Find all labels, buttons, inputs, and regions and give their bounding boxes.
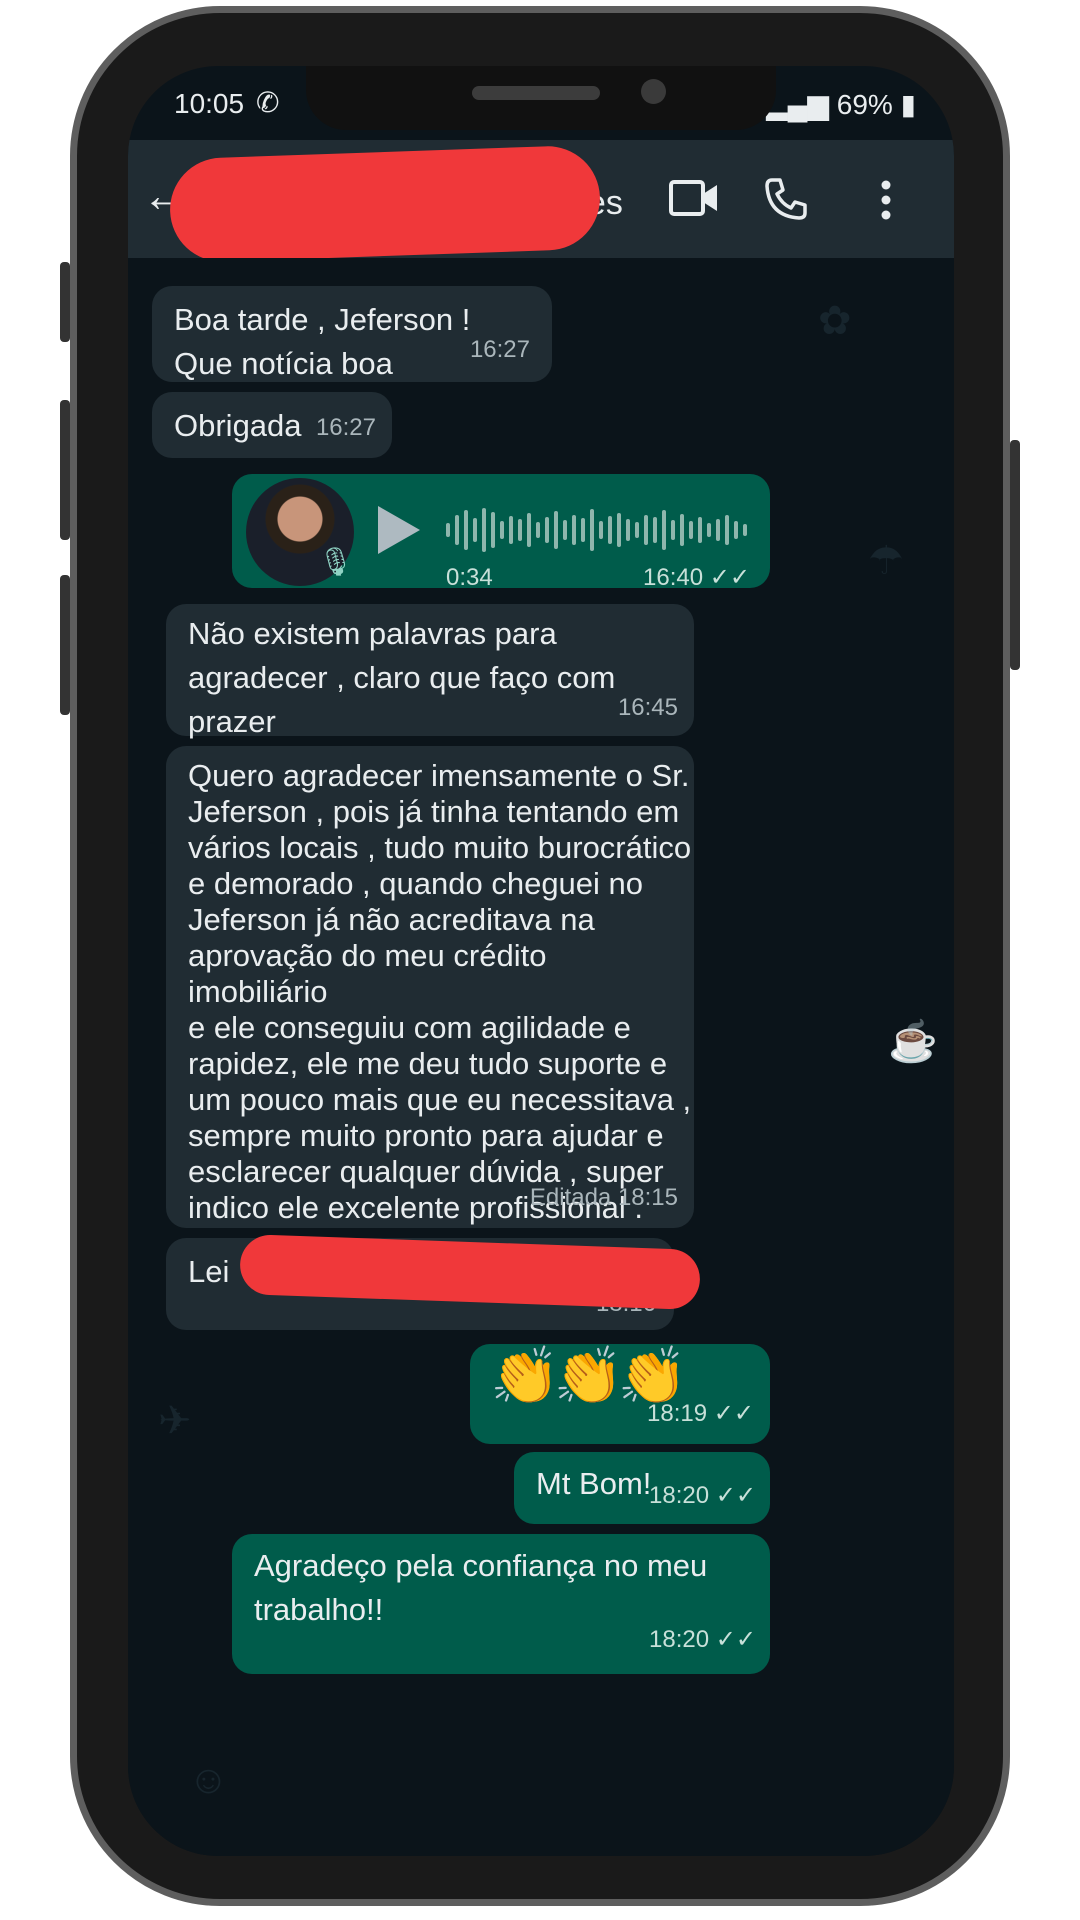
- waveform-bar: [572, 515, 576, 545]
- waveform-bar: [446, 523, 450, 537]
- message-text: Não existem palavras para agradecer , cl…: [188, 616, 616, 739]
- message-text: Agradeço pela confiança no meu trabalho!…: [254, 1548, 708, 1627]
- video-call-icon[interactable]: [668, 176, 720, 225]
- double-check-icon: ✓✓: [715, 1482, 756, 1509]
- phone-volume-up: [60, 400, 70, 540]
- battery-level: 69%: [836, 89, 893, 120]
- status-right: ▂▄▆ 69% ▮: [766, 88, 916, 121]
- phone-side-button: [60, 262, 70, 342]
- message-bubble-outgoing[interactable]: Mt Bom! 18:20 ✓✓: [514, 1452, 770, 1524]
- phone-call-icon[interactable]: [763, 176, 809, 227]
- message-text: Mt Bom!: [536, 1466, 652, 1501]
- message-bubble-incoming[interactable]: Boa tarde , Jeferson ! Que notícia boa 1…: [152, 286, 552, 382]
- waveform-bar: [716, 519, 720, 541]
- message-bubble-incoming[interactable]: Quero agradecer imensamente o Sr. Jefers…: [166, 746, 694, 1228]
- time-label: 18:15: [617, 1184, 678, 1211]
- waveform-bar: [500, 521, 504, 539]
- speaker-grille: [472, 86, 600, 100]
- message-bubble-outgoing[interactable]: Agradeço pela confiança no meu trabalho!…: [232, 1534, 770, 1674]
- double-check-icon: ✓✓: [715, 1626, 756, 1653]
- message-bubble-incoming[interactable]: Lei 18:16: [166, 1233, 701, 1330]
- waveform-bar: [617, 513, 621, 547]
- double-check-icon: ✓✓: [713, 1400, 754, 1427]
- wallpaper-doodle: ✿: [818, 299, 852, 343]
- voice-duration: 0:34: [446, 564, 493, 591]
- message-time: 18:20 ✓✓: [649, 1618, 756, 1662]
- edited-label: Editada: [529, 1184, 612, 1211]
- waveform-bar: [653, 517, 657, 543]
- waveform-bar: [698, 517, 702, 543]
- waveform-bar: [554, 511, 558, 549]
- message-text: Boa tarde , Jeferson ! Que notícia boa: [174, 302, 471, 381]
- waveform-bar: [536, 522, 540, 538]
- waveform-bar: [680, 514, 684, 546]
- message-time: 18:19 ✓✓: [647, 1392, 754, 1436]
- waveform-bar: [590, 509, 594, 551]
- waveform-bar: [707, 523, 711, 537]
- message-bubble-outgoing[interactable]: 👏👏👏 18:19 ✓✓: [470, 1344, 770, 1444]
- waveform-bar: [626, 519, 630, 541]
- waveform-bar: [464, 510, 468, 550]
- waveform-bar: [518, 519, 522, 541]
- time-label: 18:19: [647, 1400, 708, 1427]
- waveform-bar: [599, 521, 603, 539]
- redaction-mark: [168, 144, 602, 264]
- front-camera: [641, 79, 666, 104]
- waveform-bar: [482, 508, 486, 552]
- message-time: 18:20 ✓✓: [649, 1474, 756, 1518]
- battery-icon: ▮: [900, 89, 916, 120]
- status-time: 10:05: [174, 88, 245, 119]
- message-time: 16:27: [469, 336, 530, 363]
- whatsapp-icon: ✆: [256, 87, 280, 118]
- time-label: 18:20: [649, 1626, 710, 1653]
- message-time: 16:45: [617, 694, 678, 721]
- message-text: Quero agradecer imensamente o Sr. Jefers…: [188, 758, 692, 1225]
- message-time: Editada 18:15: [530, 1176, 678, 1220]
- waveform-bar: [581, 518, 585, 542]
- waveform-bar: [527, 513, 531, 547]
- screen: 10:05 ✆ ▂▄▆ 69% ▮ ← ues ✿ ☂ ♫ ☕ ✈ ☺ Boa …: [128, 66, 954, 1856]
- play-icon[interactable]: [378, 506, 420, 554]
- double-check-icon: ✓✓: [709, 564, 750, 591]
- message-text: Lei: [188, 1254, 230, 1289]
- wallpaper-doodle: ☂: [868, 539, 904, 583]
- wallpaper-doodle: ☕: [888, 1020, 938, 1064]
- wallpaper-doodle: ☺: [188, 1758, 229, 1802]
- phone-volume-down: [60, 575, 70, 715]
- mic-icon: 🎙: [318, 546, 354, 577]
- waveform-bar: [455, 515, 459, 545]
- more-vert-icon[interactable]: [880, 180, 892, 225]
- waveform-bar: [662, 510, 666, 550]
- waveform-bar: [725, 515, 729, 545]
- waveform-bar: [671, 520, 675, 540]
- message-time: 16:40 ✓✓: [643, 556, 750, 600]
- voice-message-bubble[interactable]: 🎙 0:34 16:40 ✓✓: [232, 474, 770, 591]
- message-text: Obrigada: [174, 408, 302, 443]
- waveform-bar: [509, 516, 513, 544]
- message-time: 16:27: [315, 414, 376, 441]
- waveform-bar: [644, 515, 648, 545]
- waveform-bar: [473, 518, 477, 542]
- chat-header: ← ues: [128, 140, 954, 264]
- waveform-bar: [734, 521, 738, 539]
- waveform-bar: [545, 517, 549, 543]
- message-bubble-incoming[interactable]: Obrigada 16:27: [152, 392, 392, 458]
- time-label: 18:20: [649, 1482, 710, 1509]
- waveform-bar: [491, 512, 495, 548]
- wallpaper-doodle: ✈: [158, 1399, 192, 1443]
- waveform-bar: [608, 516, 612, 544]
- message-bubble-incoming[interactable]: Não existem palavras para agradecer , cl…: [166, 604, 694, 739]
- chat-area[interactable]: ✿ ☂ ♫ ☕ ✈ ☺ Boa tarde , Jeferson ! Que n…: [128, 258, 954, 1856]
- waveform-bar: [743, 524, 747, 536]
- phone-power-button: [1010, 440, 1020, 670]
- waveform-bar: [635, 522, 639, 538]
- time-label: 16:40: [643, 564, 704, 591]
- waveform-bar: [689, 521, 693, 539]
- voice-waveform[interactable]: [446, 500, 747, 560]
- redaction-mark: [239, 1233, 701, 1311]
- waveform-bar: [563, 520, 567, 540]
